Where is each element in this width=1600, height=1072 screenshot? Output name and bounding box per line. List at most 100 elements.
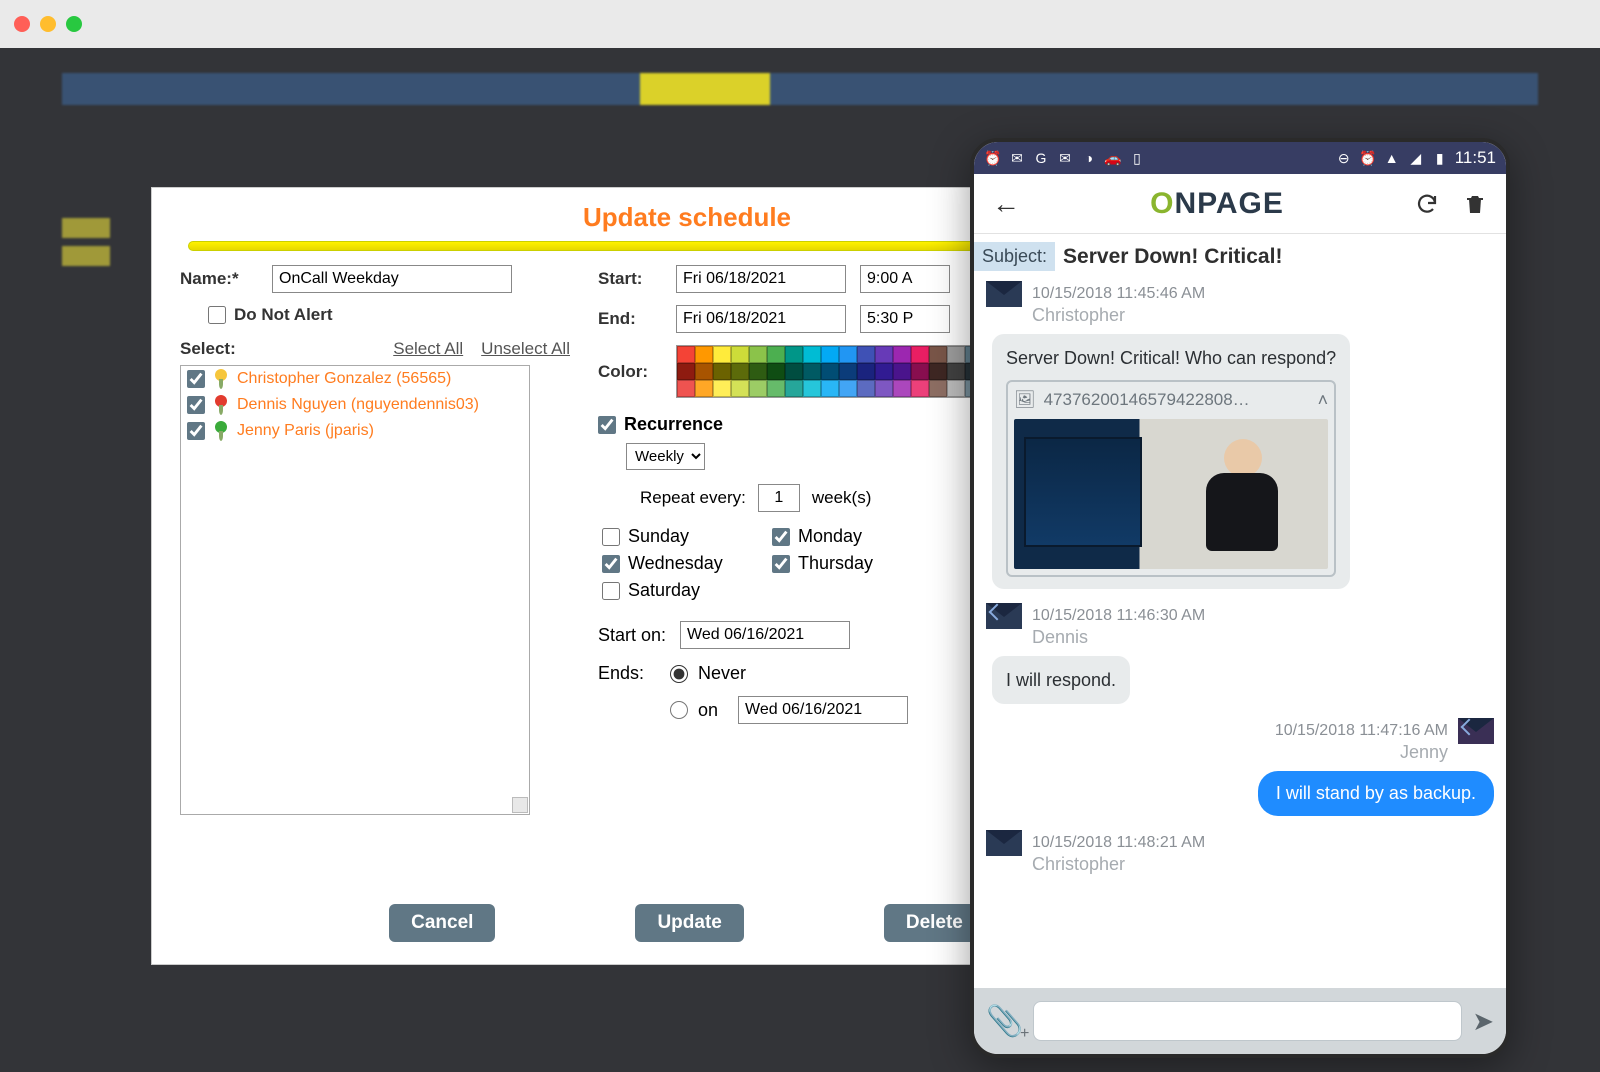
name-input[interactable] (272, 265, 512, 293)
color-swatch[interactable] (911, 346, 929, 363)
color-swatch[interactable] (947, 346, 965, 363)
color-swatch[interactable] (767, 363, 785, 380)
person-checkbox[interactable] (187, 422, 205, 440)
color-swatch[interactable] (857, 346, 875, 363)
color-swatch[interactable] (713, 346, 731, 363)
traffic-light-close[interactable] (14, 16, 30, 32)
color-swatch[interactable] (677, 363, 695, 380)
color-swatch[interactable] (839, 346, 857, 363)
color-swatch[interactable] (713, 380, 731, 397)
color-swatch[interactable] (893, 380, 911, 397)
color-swatch[interactable] (821, 380, 839, 397)
start-on-input[interactable] (680, 621, 850, 649)
day-checkbox[interactable] (602, 555, 620, 573)
compose-input[interactable] (1033, 1001, 1462, 1041)
battery-icon: ▮ (1431, 149, 1449, 167)
do-not-alert-checkbox[interactable] (208, 306, 226, 324)
trash-icon[interactable] (1462, 191, 1488, 217)
day-checkbox[interactable] (602, 582, 620, 600)
end-date-input[interactable] (676, 305, 846, 333)
color-swatch[interactable] (947, 363, 965, 380)
color-swatch[interactable] (785, 346, 803, 363)
start-date-input[interactable] (676, 265, 846, 293)
start-time-input[interactable] (860, 265, 950, 293)
color-swatch[interactable] (749, 346, 767, 363)
color-swatch[interactable] (713, 363, 731, 380)
color-swatch[interactable] (803, 346, 821, 363)
update-button[interactable]: Update (635, 904, 743, 942)
color-swatch[interactable] (767, 346, 785, 363)
start-on-label: Start on: (598, 625, 666, 646)
message-thread[interactable]: 10/15/2018 11:45:46 AM Christopher Serve… (974, 279, 1506, 999)
message-text: I will stand by as backup. (1276, 783, 1476, 803)
color-swatch[interactable] (731, 363, 749, 380)
attachment-card[interactable]: 🖼 47376200146579422808… ˄ (1006, 380, 1336, 576)
color-swatch[interactable] (731, 380, 749, 397)
do-not-alert-label: Do Not Alert (234, 305, 333, 325)
scrollbar-thumb[interactable] (512, 797, 528, 813)
color-swatch[interactable] (785, 363, 803, 380)
color-swatch[interactable] (947, 380, 965, 397)
day-checkbox[interactable] (772, 555, 790, 573)
color-swatch[interactable] (929, 346, 947, 363)
chevron-up-icon[interactable]: ˄ (1318, 388, 1329, 412)
color-swatch[interactable] (803, 380, 821, 397)
color-swatch[interactable] (803, 363, 821, 380)
color-swatch[interactable] (749, 363, 767, 380)
traffic-light-minimize[interactable] (40, 16, 56, 32)
attach-button[interactable]: 📎+ (986, 1004, 1023, 1039)
color-swatch[interactable] (677, 380, 695, 397)
image-icon: 🖼 (1014, 389, 1036, 412)
send-button[interactable]: ➤ (1472, 1006, 1494, 1037)
color-swatch[interactable] (929, 363, 947, 380)
color-swatch[interactable] (911, 363, 929, 380)
color-swatch[interactable] (695, 363, 713, 380)
color-swatch[interactable] (839, 380, 857, 397)
pin-icon (213, 421, 229, 441)
color-swatch[interactable] (767, 380, 785, 397)
cancel-button[interactable]: Cancel (389, 904, 495, 942)
ends-on-input[interactable] (738, 696, 908, 724)
frequency-select[interactable]: Weekly (626, 443, 705, 470)
color-swatch[interactable] (785, 380, 803, 397)
color-swatch[interactable] (893, 346, 911, 363)
day-checkbox[interactable] (602, 528, 620, 546)
color-swatch[interactable] (929, 380, 947, 397)
color-swatch[interactable] (875, 363, 893, 380)
envelope-icon (986, 830, 1022, 856)
color-swatch[interactable] (677, 346, 695, 363)
traffic-light-zoom[interactable] (66, 16, 82, 32)
color-swatch[interactable] (875, 346, 893, 363)
ends-on-radio[interactable] (670, 701, 688, 719)
color-swatch[interactable] (695, 380, 713, 397)
color-swatch[interactable] (731, 346, 749, 363)
back-button[interactable]: ← (992, 188, 1020, 220)
color-swatch[interactable] (695, 346, 713, 363)
browser-window: Update schedule Name:* Do Not Alert Sele… (0, 0, 1600, 1072)
ends-never-radio[interactable] (670, 665, 688, 683)
color-swatch[interactable] (749, 380, 767, 397)
color-swatch[interactable] (821, 346, 839, 363)
recurrence-checkbox[interactable] (598, 416, 616, 434)
mail-icon: ✉ (1056, 149, 1074, 167)
person-checkbox[interactable] (187, 370, 205, 388)
color-swatch[interactable] (875, 380, 893, 397)
end-time-input[interactable] (860, 305, 950, 333)
viewport: Update schedule Name:* Do Not Alert Sele… (0, 48, 1600, 1072)
color-swatch[interactable] (857, 363, 875, 380)
person-checkbox[interactable] (187, 396, 205, 414)
day-checkbox[interactable] (772, 528, 790, 546)
color-swatch[interactable] (911, 380, 929, 397)
repeat-count-input[interactable] (758, 484, 800, 512)
color-swatch[interactable] (839, 363, 857, 380)
people-listbox[interactable]: Christopher Gonzalez (56565) Dennis Nguy… (180, 365, 530, 815)
unselect-all-link[interactable]: Unselect All (481, 339, 570, 359)
status-time: 11:51 (1455, 148, 1496, 168)
color-swatch[interactable] (857, 380, 875, 397)
color-swatch[interactable] (893, 363, 911, 380)
alarm-icon: ⏰ (984, 149, 1002, 167)
color-swatch[interactable] (821, 363, 839, 380)
refresh-icon[interactable] (1414, 191, 1440, 217)
sync-icon: G (1032, 149, 1050, 167)
select-all-link[interactable]: Select All (393, 339, 463, 359)
